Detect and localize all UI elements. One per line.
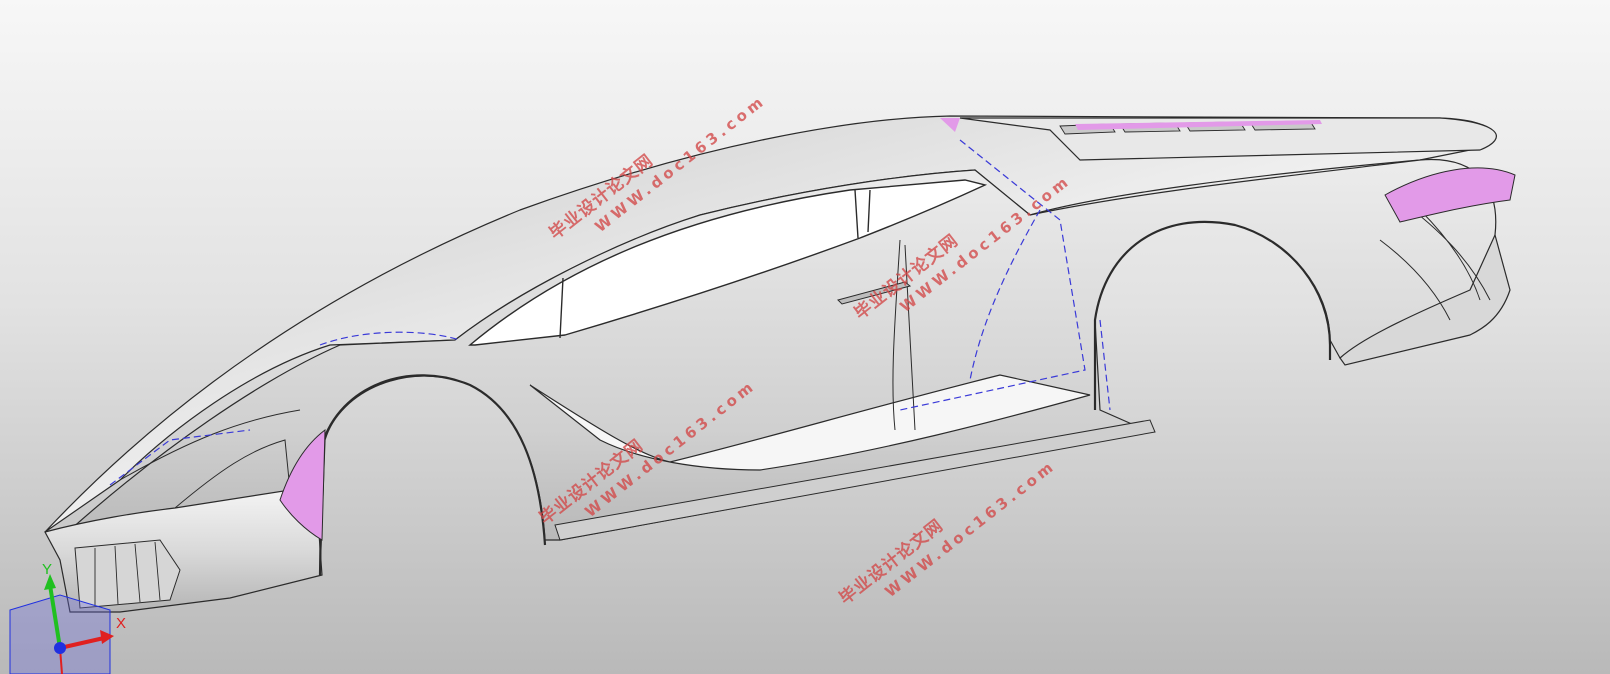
- axis-triad[interactable]: Y X: [0, 560, 140, 674]
- triad-plane: [9, 594, 111, 674]
- x-axis-label: X: [116, 615, 126, 632]
- y-axis-label: Y: [42, 561, 52, 578]
- car-body-model[interactable]: [0, 0, 1610, 674]
- triad-origin: [54, 642, 66, 654]
- 3d-viewport[interactable]: 毕业设计论文网 WWW.doc163.com 毕业设计论文网 WWW.doc16…: [0, 0, 1610, 674]
